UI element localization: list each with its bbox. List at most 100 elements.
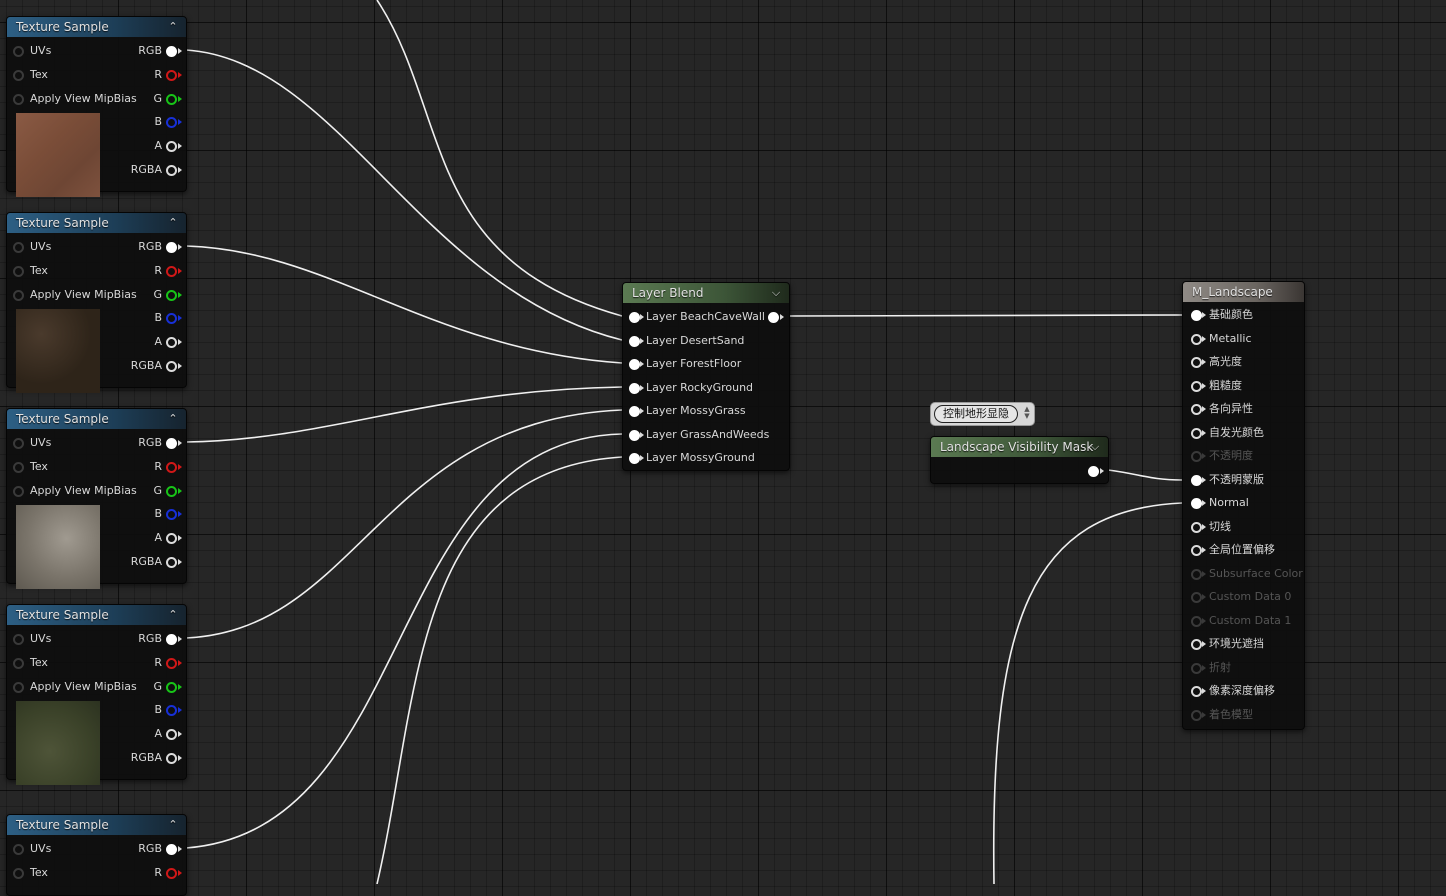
texture-sample-node[interactable]: Texture Sample ⌃ UVs Tex Apply View MipB…: [6, 408, 187, 589]
material-input-pin[interactable]: [1191, 404, 1202, 415]
input-pin[interactable]: [13, 658, 24, 669]
layer-blend-node[interactable]: Layer Blend ⌵ Layer BeachCaveWall Layer …: [622, 282, 790, 471]
material-pin-label: 不透明度: [1209, 449, 1253, 462]
texture-thumbnail[interactable]: [16, 113, 100, 197]
output-pin[interactable]: [166, 165, 177, 176]
texture-sample-header[interactable]: Texture Sample ⌃: [7, 605, 186, 625]
input-pin[interactable]: [13, 634, 24, 645]
output-pin[interactable]: [166, 634, 177, 645]
output-pin[interactable]: [166, 337, 177, 348]
material-input-pin[interactable]: [1191, 498, 1202, 509]
comment-pin-icon[interactable]: ▲ ▼: [1023, 406, 1031, 420]
output-pin[interactable]: [166, 533, 177, 544]
output-pin[interactable]: [166, 705, 177, 716]
output-pin[interactable]: [166, 46, 177, 57]
material-input-pin[interactable]: [1191, 333, 1202, 345]
chevron-down-icon[interactable]: ⌵: [1088, 437, 1102, 457]
texture-sample-node[interactable]: Texture Sample ⌃ UVs Tex Apply View MipB…: [6, 212, 187, 393]
chevron-down-icon[interactable]: ⌵: [769, 283, 783, 303]
output-pin[interactable]: [166, 658, 177, 669]
input-pin[interactable]: [13, 844, 24, 855]
output-label: B: [154, 311, 162, 324]
output-pin[interactable]: [166, 438, 177, 449]
output-pin[interactable]: [166, 242, 177, 253]
output-pin[interactable]: [166, 557, 177, 568]
output-label: RGB: [138, 632, 162, 645]
input-pin[interactable]: [13, 462, 24, 473]
layer-input-pin[interactable]: [629, 429, 640, 441]
texture-sample-node[interactable]: Texture Sample ⌃ UVs Tex Apply View MipB…: [6, 604, 187, 785]
output-pin[interactable]: [166, 753, 177, 764]
visibility-mask-output-pin[interactable]: [1088, 466, 1099, 477]
layer-input-pin[interactable]: [629, 335, 640, 347]
output-pin[interactable]: [166, 141, 177, 152]
texture-sample-header[interactable]: Texture Sample ⌃: [7, 815, 186, 835]
output-pin[interactable]: [166, 509, 177, 520]
material-pin-label: 像素深度偏移: [1209, 684, 1275, 697]
layer-input-pin[interactable]: [629, 382, 640, 394]
input-pin[interactable]: [13, 266, 24, 277]
layer-blend-header[interactable]: Layer Blend ⌵: [623, 283, 789, 303]
visibility-mask-header[interactable]: Landscape Visibility Mask ⌵: [931, 437, 1108, 457]
output-arrow-icon: [178, 96, 182, 102]
input-pin[interactable]: [13, 242, 24, 253]
layer-input-pin[interactable]: [629, 359, 640, 370]
output-label: R: [154, 264, 162, 277]
texture-sample-title: Texture Sample: [16, 216, 109, 230]
texture-thumbnail[interactable]: [16, 505, 100, 589]
input-pin[interactable]: [13, 682, 24, 693]
input-pin[interactable]: [13, 438, 24, 449]
texture-sample-header[interactable]: Texture Sample ⌃: [7, 409, 186, 429]
input-pin[interactable]: [13, 290, 24, 301]
output-pin[interactable]: [166, 290, 177, 301]
layer-input-pin[interactable]: [629, 406, 640, 417]
output-pin[interactable]: [166, 313, 177, 324]
texture-sample-node[interactable]: Texture Sample ⌃ UVs Tex Apply View MipB…: [6, 16, 187, 197]
input-pin[interactable]: [13, 868, 24, 879]
material-input-pin[interactable]: [1191, 427, 1202, 439]
material-input-pin[interactable]: [1191, 474, 1202, 486]
texture-sample-header[interactable]: Texture Sample ⌃: [7, 17, 186, 37]
output-arrow-icon: [178, 535, 182, 541]
material-input-pin[interactable]: [1191, 545, 1202, 556]
input-pin[interactable]: [13, 486, 24, 497]
input-pin[interactable]: [13, 70, 24, 81]
material-input-pin[interactable]: [1191, 310, 1202, 321]
material-input-pin[interactable]: [1191, 686, 1202, 697]
output-pin[interactable]: [166, 266, 177, 277]
output-pin[interactable]: [166, 70, 177, 81]
comment-bubble[interactable]: 控制地形显隐 ▲ ▼: [930, 402, 1035, 426]
material-input-pin[interactable]: [1191, 639, 1202, 650]
material-result-node[interactable]: M_Landscape 基础颜色 Metallic 高光度 粗糙度 各向异性 自…: [1182, 281, 1305, 730]
input-pin[interactable]: [13, 46, 24, 57]
layer-input-pin[interactable]: [629, 453, 640, 464]
output-pin[interactable]: [166, 361, 177, 372]
texture-thumbnail[interactable]: [16, 309, 100, 393]
texture-sample-header[interactable]: Texture Sample ⌃: [7, 213, 186, 233]
visibility-mask-node[interactable]: Landscape Visibility Mask ⌵: [930, 436, 1109, 484]
layer-input-pin[interactable]: [629, 312, 640, 323]
texture-thumbnail[interactable]: [16, 701, 100, 785]
chevron-up-icon[interactable]: ⌃: [166, 815, 180, 835]
output-label: A: [154, 335, 162, 348]
chevron-up-icon[interactable]: ⌃: [166, 213, 180, 233]
material-input-pin: [1191, 592, 1202, 603]
material-input-pin[interactable]: [1191, 521, 1202, 533]
output-pin[interactable]: [166, 729, 177, 740]
chevron-up-icon[interactable]: ⌃: [166, 605, 180, 625]
output-pin[interactable]: [166, 117, 177, 128]
material-input-pin[interactable]: [1191, 380, 1202, 392]
output-pin[interactable]: [166, 868, 177, 879]
input-pin[interactable]: [13, 94, 24, 105]
chevron-up-icon[interactable]: ⌃: [166, 17, 180, 37]
layer-blend-output-pin[interactable]: [768, 312, 779, 323]
chevron-up-icon[interactable]: ⌃: [166, 409, 180, 429]
output-label: R: [154, 656, 162, 669]
material-header[interactable]: M_Landscape: [1183, 282, 1304, 302]
output-pin[interactable]: [166, 94, 177, 105]
output-pin[interactable]: [166, 682, 177, 693]
output-pin[interactable]: [166, 462, 177, 473]
output-pin[interactable]: [166, 844, 177, 855]
material-input-pin[interactable]: [1191, 357, 1202, 368]
output-pin[interactable]: [166, 486, 177, 497]
